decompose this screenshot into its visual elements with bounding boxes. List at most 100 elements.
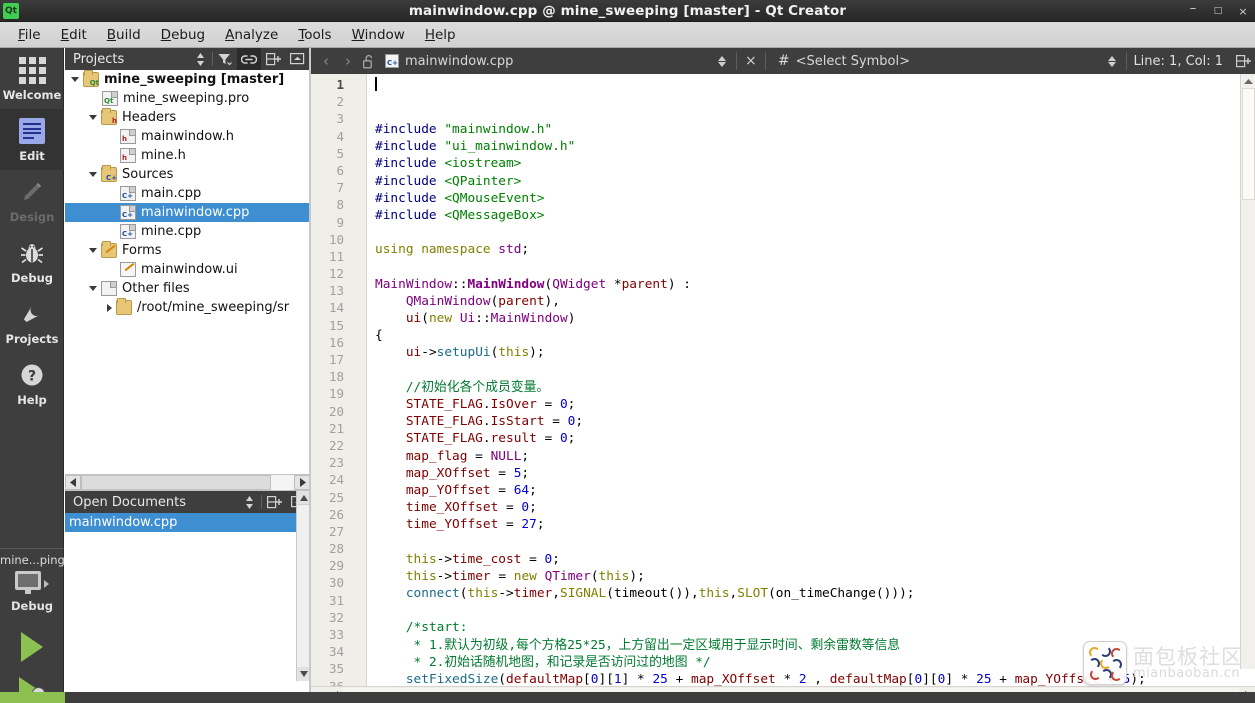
scroll-thumb[interactable]: [1242, 88, 1255, 200]
mode-projects[interactable]: Projects: [0, 292, 64, 353]
code-editor[interactable]: 1 2 3 4 5 6 7 8 9 10 11 12 13 14 15 16 17 18 19 20 21 22 23 24 2…: [311, 74, 1255, 686]
tree-item[interactable]: Qt mine_sweeping [master]: [65, 70, 310, 89]
menu-item-window[interactable]: Window: [342, 25, 415, 45]
mode-edit[interactable]: Edit: [0, 109, 64, 170]
tree-item[interactable]: C+ mine.cpp: [65, 222, 310, 241]
close-button[interactable]: ×: [1237, 6, 1249, 17]
tree-item[interactable]: /root/mine_sweeping/sr: [65, 298, 310, 317]
editor-vscrollbar[interactable]: [1240, 74, 1255, 669]
code-token: ->: [498, 586, 514, 602]
navigate-forward-button[interactable]: ›: [337, 48, 359, 74]
tree-item[interactable]: C+ main.cpp: [65, 184, 310, 203]
scroll-left-button[interactable]: [65, 475, 81, 490]
tree-item[interactable]: Qt mine_sweeping.pro: [65, 89, 310, 108]
menu-item-help[interactable]: Help: [415, 25, 466, 45]
updown-icon[interactable]: [237, 491, 261, 513]
run-button[interactable]: [0, 625, 64, 669]
project-tree[interactable]: Qt mine_sweeping [master] Qt mine_sweeping.…: [65, 70, 310, 474]
mode-debug[interactable]: Debug: [0, 231, 64, 292]
chevron-right-icon[interactable]: [107, 303, 112, 312]
scroll-thumb[interactable]: [81, 475, 271, 490]
open-documents-list[interactable]: mainwindow.cpp: [65, 513, 310, 532]
current-file-selector[interactable]: C+ mainwindow.cpp: [379, 54, 519, 69]
link-icon[interactable]: [237, 48, 261, 70]
cursor-position-label: Line: 1, Col: 1: [1133, 53, 1224, 69]
projects-hscrollbar[interactable]: [65, 474, 310, 491]
code-token: Ui: [459, 311, 476, 327]
code-token: * 1.默认为初级,每个方格25*25，上方留出一定区域用于显示时间、剩余雷数等…: [413, 637, 901, 653]
code-line: this->time_cost = 0;: [367, 551, 1255, 568]
line-number: 23: [328, 455, 344, 471]
code-token: <iostream>: [444, 156, 522, 172]
tree-item-label: Sources: [122, 167, 174, 182]
menu-item-build[interactable]: Build: [97, 25, 151, 45]
tree-item[interactable]: Forms: [65, 241, 310, 260]
filter-icon[interactable]: [213, 48, 237, 70]
menu-item-debug[interactable]: Debug: [151, 25, 215, 45]
mode-design[interactable]: Design: [0, 170, 64, 231]
mode-welcome[interactable]: Welcome: [0, 48, 64, 109]
file-dropdown-icon[interactable]: [714, 55, 730, 67]
close-document-button[interactable]: ×: [743, 53, 759, 69]
menu-item-edit[interactable]: Edit: [51, 25, 97, 45]
code-token: ) :: [667, 276, 691, 292]
minimize-button[interactable]: –: [1187, 2, 1199, 20]
code-token: ][: [922, 672, 938, 686]
code-token: using namespace: [375, 242, 499, 258]
line-number: 9: [336, 214, 344, 230]
code-token: SLOT: [737, 586, 769, 602]
updown-icon[interactable]: [188, 48, 212, 70]
symbol-selector[interactable]: <Select Symbol>: [796, 54, 1105, 69]
chevron-down-icon[interactable]: [89, 286, 97, 291]
menu-item-tools[interactable]: Tools: [288, 25, 341, 45]
maximize-button[interactable]: □: [1212, 6, 1224, 16]
tree-item[interactable]: h mine.h: [65, 146, 310, 165]
chevron-down-icon[interactable]: [89, 115, 97, 120]
chevron-down-icon[interactable]: [89, 172, 97, 177]
code-token: /*start:: [405, 620, 468, 636]
code-line: STATE_FLAG.IsOver = 0;: [367, 396, 1255, 413]
code-token: );: [529, 345, 545, 361]
tree-item[interactable]: h Headers: [65, 108, 310, 127]
menu-item-file[interactable]: File: [8, 25, 51, 45]
code-token: ;: [521, 448, 530, 464]
open-document-item[interactable]: mainwindow.cpp: [65, 513, 310, 532]
menu-item-analyze[interactable]: Analyze: [215, 25, 288, 45]
scroll-right-button[interactable]: [294, 475, 310, 490]
split-add-icon[interactable]: [261, 48, 285, 70]
code-text[interactable]: #include "mainwindow.h" #include "ui_main…: [367, 74, 1255, 686]
mode-help[interactable]: ? Help: [0, 353, 64, 414]
scroll-up-button[interactable]: [1241, 74, 1255, 87]
chevron-down-icon[interactable]: [71, 77, 79, 82]
open-documents-scrollbar[interactable]: [296, 491, 311, 681]
unlocked-icon[interactable]: [359, 48, 379, 74]
scroll-track[interactable]: [81, 475, 294, 490]
code-token: ;: [575, 414, 584, 430]
toolbar-divider: [764, 52, 766, 70]
kit-selector[interactable]: mine...ping Debug: [0, 548, 65, 703]
split-add-icon[interactable]: [262, 491, 286, 513]
chevron-down-icon[interactable]: [89, 248, 97, 253]
symbol-dropdown-icon[interactable]: [1104, 55, 1120, 67]
tree-item[interactable]: Other files: [65, 279, 310, 298]
code-token: QWidget: [552, 276, 607, 292]
window-controls: – □ ×: [1187, 0, 1249, 22]
navigate-back-button[interactable]: ‹: [315, 48, 337, 74]
code-token: #include: [375, 139, 445, 155]
code-line: this->timer = new QTimer(this);: [367, 568, 1255, 585]
tree-item-label: mine_sweeping.pro: [123, 91, 250, 106]
tree-item[interactable]: C+ Sources: [65, 165, 310, 184]
watermark-logo-icon: [1083, 641, 1127, 685]
code-token: ;: [529, 500, 537, 516]
tree-item[interactable]: mainwindow.ui: [65, 260, 310, 279]
tree-item[interactable]: C+ mainwindow.cpp: [65, 203, 310, 222]
collapse-icon[interactable]: [285, 48, 309, 70]
split-add-icon[interactable]: [1231, 48, 1255, 74]
code-line: time_XOffset = 0;: [367, 499, 1255, 516]
folder-pro-icon: Qt: [83, 70, 99, 87]
code-token: #include: [375, 156, 445, 172]
tree-item[interactable]: h mainwindow.h: [65, 127, 310, 146]
